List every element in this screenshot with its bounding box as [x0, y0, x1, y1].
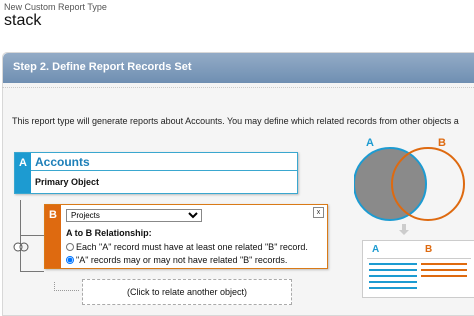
step-description: This report type will generate reports a…	[12, 116, 459, 126]
relate-another-object-button[interactable]: (Click to relate another object)	[82, 279, 292, 305]
step-title: Step 2. Define Report Records Set	[13, 61, 192, 73]
dotted-connector	[54, 282, 79, 291]
relationship-option-optional[interactable]: "A" records may or may not have related …	[66, 255, 287, 265]
table-label-a: A	[372, 244, 380, 255]
divider	[2, 87, 474, 88]
table-row-b	[421, 275, 467, 277]
remove-object-button[interactable]: x	[313, 207, 324, 218]
venn-circle-a	[354, 147, 427, 221]
breadcrumb: New Custom Report Type	[4, 2, 107, 12]
related-object-select[interactable]: Projects	[66, 209, 202, 222]
object-a-subtitle: Primary Object	[35, 177, 100, 187]
join-icon	[13, 242, 29, 252]
table-row-b	[421, 269, 467, 271]
relationship-radio-required[interactable]	[66, 243, 74, 251]
table-header-line	[367, 258, 471, 259]
result-table-icon: A B	[362, 240, 474, 298]
venn-label-b: B	[438, 137, 446, 149]
relationship-option-required-label: Each "A" record must have at least one r…	[76, 242, 308, 252]
table-row-b	[421, 263, 467, 265]
object-a-letter: A	[15, 153, 31, 193]
primary-object-box: A Accounts Primary Object	[14, 152, 298, 194]
venn-label-a: A	[366, 137, 374, 149]
down-arrow-icon	[399, 224, 409, 235]
venn-diagram: A B	[354, 137, 465, 221]
page-title: stack	[4, 12, 42, 29]
step-header: Step 2. Define Report Records Set	[3, 53, 474, 83]
table-row-a	[369, 263, 417, 265]
relationship-radio-optional[interactable]	[66, 256, 74, 264]
relationship-option-required[interactable]: Each "A" record must have at least one r…	[66, 242, 308, 252]
relationship-option-optional-label: "A" records may or may not have related …	[76, 255, 288, 265]
table-row-a	[369, 287, 417, 289]
tree-connector	[20, 200, 21, 272]
table-row-a	[369, 281, 417, 283]
tree-branch-next	[20, 271, 44, 272]
object-a-name: Accounts	[35, 155, 90, 169]
tree-branch-b	[20, 235, 44, 236]
table-row-a	[369, 275, 417, 277]
table-row-a	[369, 269, 417, 271]
relationship-label: A to B Relationship:	[66, 228, 152, 238]
object-b-letter: B	[45, 205, 61, 268]
table-label-b: B	[425, 244, 433, 255]
related-object-box: B Projects x A to B Relationship: Each "…	[44, 204, 328, 269]
object-a-separator	[31, 170, 297, 171]
